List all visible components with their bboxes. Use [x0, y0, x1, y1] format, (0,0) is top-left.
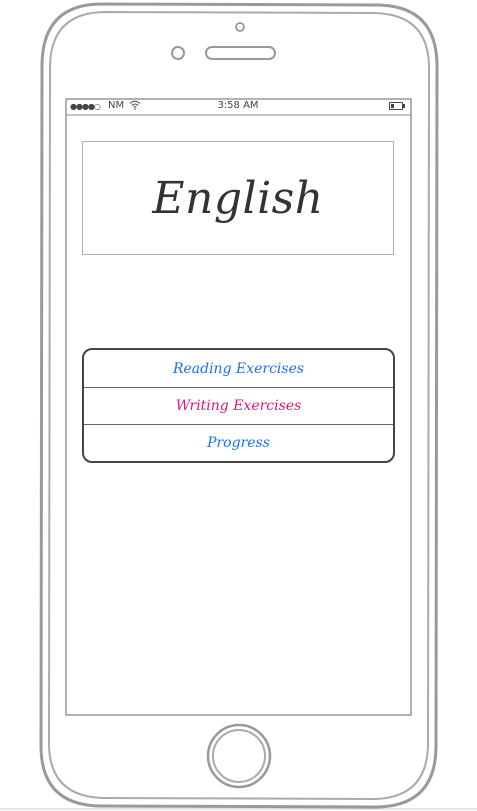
- exercise-menu: Reading Exercises Writing Exercises Prog…: [82, 348, 395, 463]
- title-banner: English: [82, 141, 394, 255]
- status-bar: ●●●●○ NM 3:58 AM: [66, 99, 410, 115]
- home-button-icon: [206, 723, 272, 789]
- speaker-icon: [205, 46, 276, 60]
- status-time: 3:58 AM: [217, 100, 259, 111]
- menu-item-writing-exercises[interactable]: Writing Exercises: [84, 387, 393, 424]
- menu-item-progress[interactable]: Progress: [84, 424, 393, 461]
- menu-item-reading-exercises[interactable]: Reading Exercises: [84, 350, 393, 387]
- page-title: English: [152, 172, 324, 224]
- phone-mockup: ●●●●○ NM 3:58 AM English Reading Exercis…: [0, 0, 477, 811]
- sensor-icon: [171, 46, 185, 60]
- battery-icon: [389, 102, 405, 110]
- camera-icon: [235, 22, 245, 32]
